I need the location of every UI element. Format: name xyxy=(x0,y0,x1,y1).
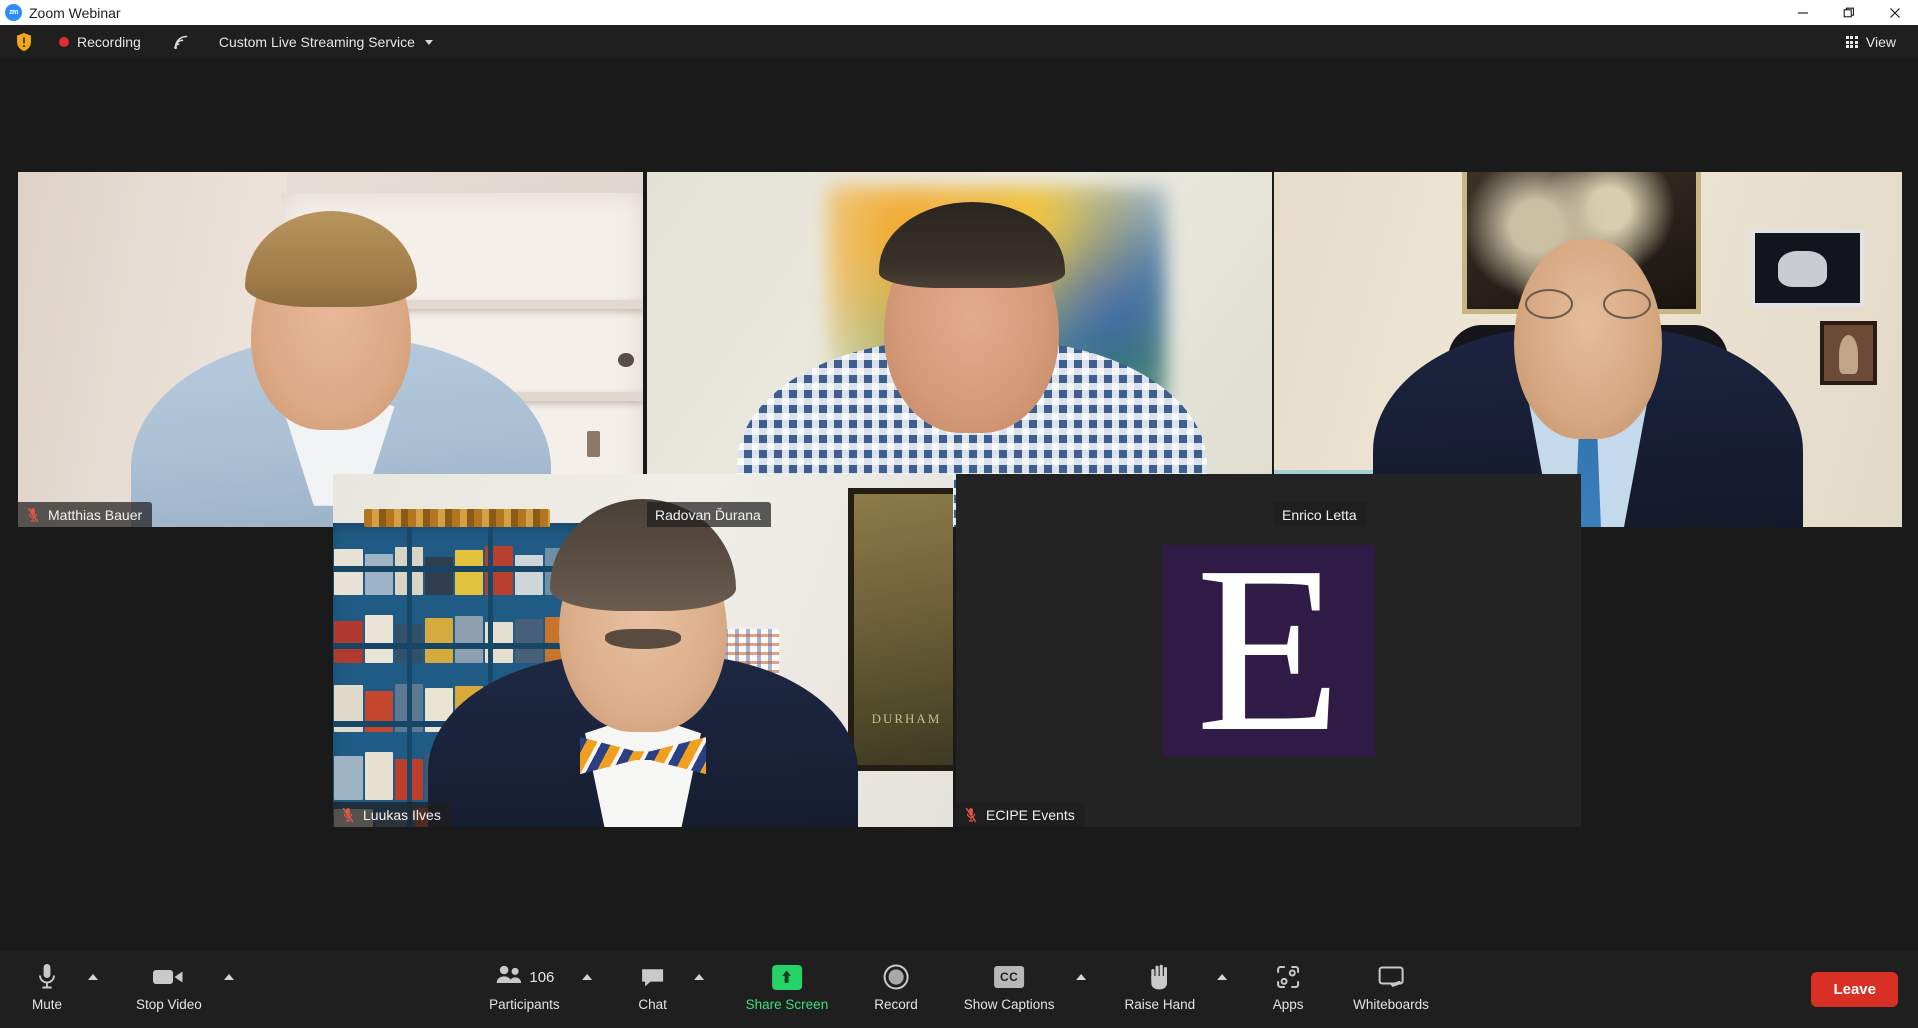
participants-count: 106 xyxy=(529,968,555,986)
recording-label: Recording xyxy=(77,34,141,50)
video-options-arrow[interactable] xyxy=(212,951,240,1028)
meeting-topbar: Recording Custom Live Streaming Service … xyxy=(0,25,1918,59)
participant-name-badge: Matthias Bauer xyxy=(18,502,153,527)
view-button[interactable]: View xyxy=(1840,29,1902,55)
microphone-muted-icon xyxy=(342,807,354,822)
whiteboard-icon xyxy=(1377,957,1405,997)
chat-options-arrow[interactable] xyxy=(682,951,710,1028)
live-stream-button[interactable] xyxy=(165,29,197,55)
whiteboards-label: Whiteboards xyxy=(1353,997,1429,1012)
microphone-muted-icon xyxy=(27,507,39,522)
meeting-controlbar: Mute Stop Video 106 Participants Chat Sh… xyxy=(0,951,1918,1028)
participants-options-arrow[interactable] xyxy=(570,951,598,1028)
whiteboards-button[interactable]: Whiteboards xyxy=(1343,951,1439,1028)
mute-label: Mute xyxy=(31,997,62,1012)
controlbar-right-group: Leave xyxy=(1811,951,1898,1028)
show-captions-label: Show Captions xyxy=(963,997,1055,1012)
chevron-up-icon xyxy=(1076,974,1087,980)
shield-warning-icon xyxy=(17,33,31,51)
stop-video-label: Stop Video xyxy=(136,997,202,1012)
chevron-down-icon xyxy=(424,39,433,45)
video-stream: DURHAM xyxy=(333,474,953,827)
window-titlebar: zm Zoom Webinar xyxy=(0,0,1918,25)
window-controls xyxy=(1780,0,1918,25)
ecipe-logo-letter: E xyxy=(1195,518,1342,782)
mute-group: Mute xyxy=(18,951,104,1028)
video-group: Stop Video xyxy=(126,951,240,1028)
share-screen-button[interactable]: Share Screen xyxy=(736,951,839,1028)
participants-label: Participants xyxy=(489,997,560,1012)
share-screen-label: Share Screen xyxy=(745,997,829,1012)
participants-icon xyxy=(494,964,524,991)
camera-icon xyxy=(152,957,186,997)
participant-name: Radovan Ďurana xyxy=(655,506,761,523)
show-captions-button[interactable]: CC Show Captions xyxy=(954,951,1065,1028)
chat-button[interactable]: Chat xyxy=(624,951,682,1028)
zoom-app-logo-icon: zm xyxy=(5,4,22,21)
record-button[interactable]: Record xyxy=(864,951,928,1028)
recording-indicator[interactable]: Recording xyxy=(53,29,147,55)
close-button[interactable] xyxy=(1872,0,1918,25)
apps-icon xyxy=(1275,957,1301,997)
minimize-button[interactable] xyxy=(1780,0,1826,25)
raise-hand-options-arrow[interactable] xyxy=(1205,951,1233,1028)
participant-name: Luukas Ilves xyxy=(363,806,441,823)
wall-poster: DURHAM xyxy=(847,488,953,771)
participant-name: Matthias Bauer xyxy=(48,506,143,523)
window-title: Zoom Webinar xyxy=(29,4,121,21)
live-stream-service-selector[interactable]: Custom Live Streaming Service xyxy=(211,29,441,55)
participant-name-badge: Radovan Ďurana xyxy=(647,502,771,527)
record-circle-icon xyxy=(882,957,910,997)
live-stream-icon xyxy=(174,35,188,49)
captions-options-arrow[interactable] xyxy=(1065,951,1093,1028)
chevron-up-icon xyxy=(693,974,704,980)
microphone-muted-icon xyxy=(965,807,977,822)
chevron-up-icon xyxy=(1217,974,1228,980)
chat-group: Chat xyxy=(624,951,710,1028)
controlbar-center-group: 106 Participants Chat Share Screen Recor… xyxy=(479,951,1439,1028)
grid-view-icon xyxy=(1845,35,1858,49)
participants-group: 106 Participants xyxy=(479,951,598,1028)
stop-video-button[interactable]: Stop Video xyxy=(126,951,212,1028)
captions-group: CC Show Captions xyxy=(954,951,1093,1028)
view-label: View xyxy=(1865,34,1896,50)
participant-logo-avatar: E xyxy=(956,474,1581,827)
mute-button[interactable]: Mute xyxy=(18,951,76,1028)
raise-hand-label: Raise Hand xyxy=(1124,997,1196,1012)
poster-text: DURHAM xyxy=(871,710,942,726)
ecipe-logo: E xyxy=(1162,518,1375,782)
participant-name-badge: Luukas Ilves xyxy=(333,802,451,827)
live-stream-service-name: Custom Live Streaming Service xyxy=(218,34,415,50)
restore-button[interactable] xyxy=(1826,0,1872,25)
participant-name-badge: ECIPE Events xyxy=(956,802,1085,827)
record-label: Record xyxy=(874,997,918,1012)
cc-icon: CC xyxy=(994,966,1025,988)
participant-name-badge: Enrico Letta xyxy=(1274,502,1367,527)
chat-bubble-icon xyxy=(640,957,666,997)
microphone-icon xyxy=(36,957,58,997)
participants-button[interactable]: 106 Participants xyxy=(479,951,570,1028)
raise-hand-button[interactable]: Raise Hand xyxy=(1115,951,1206,1028)
chevron-up-icon xyxy=(223,974,234,980)
participant-name: Enrico Letta xyxy=(1282,506,1357,523)
apps-button[interactable]: Apps xyxy=(1259,951,1317,1028)
video-tile-ecipe-events[interactable]: E ECIPE Events xyxy=(956,474,1581,827)
apps-label: Apps xyxy=(1272,997,1304,1012)
raised-hand-icon xyxy=(1148,957,1172,997)
raise-hand-group: Raise Hand xyxy=(1115,951,1234,1028)
leave-button[interactable]: Leave xyxy=(1811,972,1898,1007)
chat-label: Chat xyxy=(638,997,667,1012)
video-tile-luukas-ilves[interactable]: DURHAM Luukas Ilves xyxy=(333,474,953,827)
share-screen-up-arrow-icon xyxy=(771,964,802,990)
audio-options-arrow[interactable] xyxy=(76,951,104,1028)
recording-dot-icon xyxy=(59,37,69,47)
controlbar-left-group: Mute Stop Video xyxy=(18,951,240,1028)
security-button[interactable] xyxy=(9,32,39,52)
video-grid: Matthias Bauer Radovan Ďurana Enrico Let… xyxy=(0,59,1918,951)
participant-name: ECIPE Events xyxy=(986,806,1075,823)
chevron-up-icon xyxy=(581,974,592,980)
chevron-up-icon xyxy=(88,974,98,980)
